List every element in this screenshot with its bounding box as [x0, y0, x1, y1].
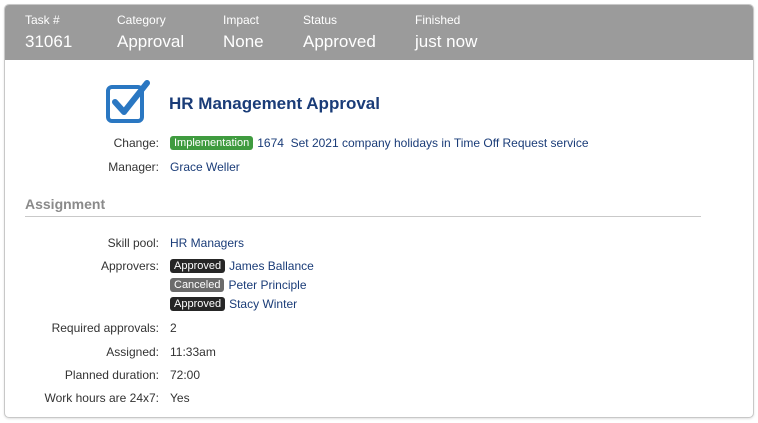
status-badge: Approved — [170, 297, 226, 311]
header-impact-value: None — [223, 32, 264, 51]
skill-pool-label: Skill pool: — [107, 236, 159, 250]
checkbox-checked-icon — [106, 80, 150, 123]
header-finished-value: just now — [415, 32, 478, 51]
approver-item: Approved Stacy Winter — [170, 296, 297, 312]
header-impact: Impact None — [223, 13, 264, 53]
task-header: Task # 31061 Category Approval Impact No… — [5, 5, 753, 60]
header-category-label: Category — [117, 13, 166, 27]
manager-label: Manager: — [108, 160, 159, 174]
header-task-number: Task # 31061 — [25, 13, 72, 53]
status-badge: Approved — [170, 259, 226, 273]
planned-duration-label: Planned duration: — [64, 368, 159, 382]
header-category-value: Approval — [117, 32, 185, 51]
status-badge: Canceled — [170, 278, 225, 292]
manager-link[interactable]: Grace Weller — [170, 160, 240, 174]
change-label: Change: — [113, 136, 159, 150]
approver-link[interactable]: Peter Principle — [228, 278, 306, 292]
skill-pool-link[interactable]: HR Managers — [170, 236, 244, 250]
header-status-value: Approved — [303, 32, 376, 51]
change-description-link[interactable]: Set 2021 company holidays in Time Off Re… — [291, 136, 589, 150]
header-impact-label: Impact — [223, 13, 260, 27]
header-task-label: Task # — [25, 13, 60, 27]
approver-item: Canceled Peter Principle — [170, 277, 307, 293]
assignment-section-header: Assignment — [25, 195, 701, 217]
approver-item: Approved James Ballance — [170, 258, 314, 274]
approvers-label: Approvers: — [100, 259, 159, 273]
header-finished-label: Finished — [415, 13, 461, 27]
required-approvals-label: Required approvals: — [51, 321, 159, 335]
header-task-value: 31061 — [25, 32, 73, 51]
implementation-badge: Implementation — [170, 136, 254, 150]
header-status: Status Approved — [303, 13, 376, 53]
approver-link[interactable]: Stacy Winter — [229, 297, 297, 311]
assigned-label: Assigned: — [106, 345, 159, 359]
work-hours-label: Work hours are 24x7: — [44, 391, 160, 405]
manager-value: Grace Weller — [170, 159, 240, 175]
work-hours-value: Yes — [170, 391, 190, 405]
task-card: Task # 31061 Category Approval Impact No… — [4, 4, 754, 418]
header-finished: Finished just now — [415, 13, 477, 53]
approver-link[interactable]: James Ballance — [229, 259, 314, 273]
header-category: Category Approval — [117, 13, 184, 53]
planned-duration-value: 72:00 — [170, 368, 201, 382]
change-number-link[interactable]: 1674 — [257, 136, 284, 150]
skill-pool-value: HR Managers — [170, 235, 244, 251]
header-status-label: Status — [303, 13, 338, 27]
change-value: Implementation 1674 Set 2021 company holi… — [170, 135, 589, 151]
assignment-title: Assignment — [25, 196, 106, 212]
required-approvals-value: 2 — [170, 321, 177, 335]
assigned-value: 11:33am — [170, 345, 216, 359]
task-title: HR Management Approval — [169, 94, 380, 113]
